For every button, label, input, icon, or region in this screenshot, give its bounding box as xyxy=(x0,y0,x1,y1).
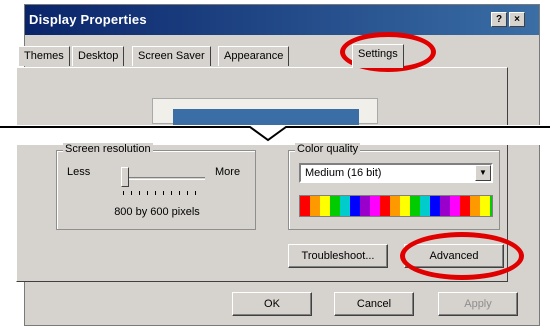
tab-themes[interactable]: Themes xyxy=(18,46,70,66)
screen-resolution-label: Screen resolution xyxy=(63,143,153,155)
screen-resolution-group: Screen resolution Less More 800 by 600 p… xyxy=(56,143,256,230)
title-bar[interactable]: Display Properties ? × xyxy=(25,5,539,35)
apply-button[interactable]: Apply xyxy=(438,292,518,316)
tab-screen-saver[interactable]: Screen Saver xyxy=(132,46,211,66)
cut-line-divider xyxy=(0,125,550,145)
color-quality-select[interactable]: Medium (16 bit) ▼ xyxy=(299,163,493,183)
chevron-down-icon[interactable]: ▼ xyxy=(475,165,491,181)
color-quality-value: Medium (16 bit) xyxy=(305,167,382,179)
cancel-button[interactable]: Cancel xyxy=(334,292,414,316)
tab-settings[interactable]: Settings xyxy=(352,44,404,68)
window-title: Display Properties xyxy=(29,12,147,27)
color-spectrum-preview xyxy=(299,195,493,217)
advanced-button[interactable]: Advanced xyxy=(404,244,504,268)
resolution-slider-ticks xyxy=(123,191,203,195)
resolution-slider-thumb[interactable] xyxy=(121,167,129,187)
resolution-slider-track[interactable] xyxy=(121,177,205,180)
tab-appearance[interactable]: Appearance xyxy=(218,46,290,66)
troubleshoot-button[interactable]: Troubleshoot... xyxy=(288,244,388,268)
color-quality-label: Color quality xyxy=(295,143,361,155)
resolution-less-label: Less xyxy=(67,166,91,178)
color-quality-group: Color quality Medium (16 bit) ▼ xyxy=(288,143,500,230)
help-button[interactable]: ? xyxy=(491,12,507,27)
close-button[interactable]: × xyxy=(509,12,525,27)
resolution-value: 800 by 600 pixels xyxy=(114,206,200,218)
ok-button[interactable]: OK xyxy=(232,292,312,316)
resolution-more-label: More xyxy=(215,166,241,178)
tab-desktop[interactable]: Desktop xyxy=(72,46,125,66)
